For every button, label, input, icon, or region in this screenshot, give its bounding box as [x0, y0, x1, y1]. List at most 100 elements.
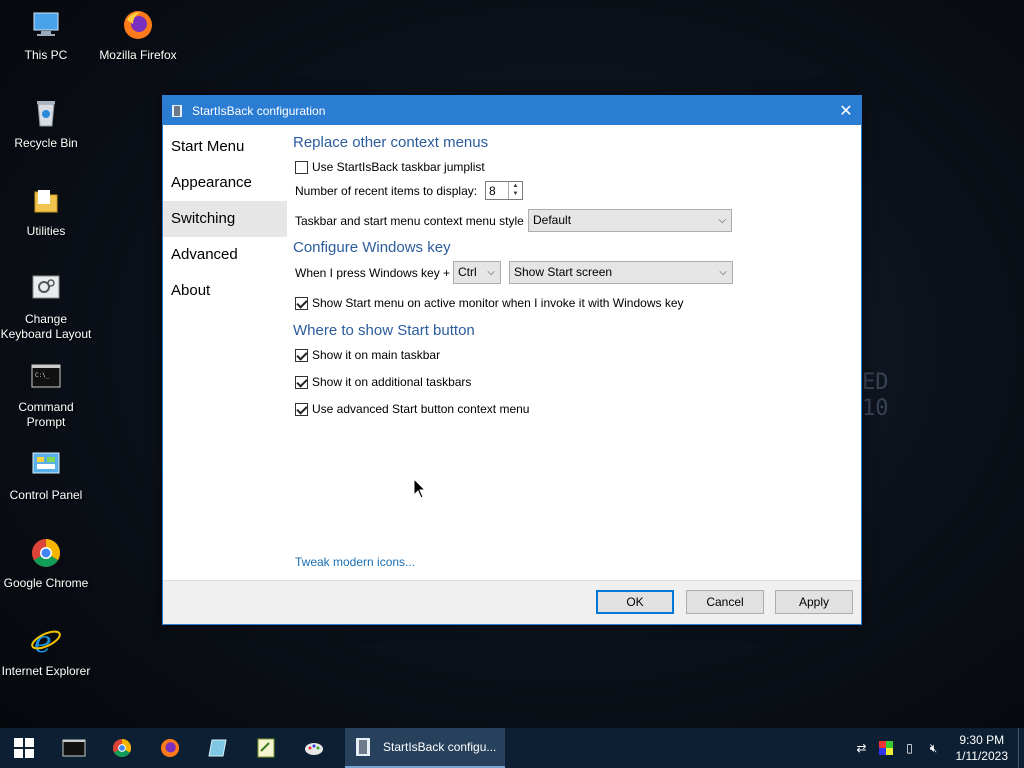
- desktop-icon-firefox[interactable]: Mozilla Firefox: [92, 8, 184, 63]
- section-title-context-menus: Replace other context menus: [293, 134, 489, 151]
- context-style-value: Default: [533, 213, 572, 227]
- nav-item-start-menu[interactable]: Start Menu: [163, 129, 287, 165]
- firefox-icon: [124, 11, 152, 39]
- section-title-windows-key: Configure Windows key: [293, 239, 451, 256]
- spin-down-icon[interactable]: ▼: [509, 190, 522, 198]
- folder-icon: [34, 190, 58, 213]
- taskbar-notepad[interactable]: [194, 728, 242, 768]
- dialog-title: StartIsBack configuration: [192, 103, 326, 118]
- advanced-context-menu-row[interactable]: Use advanced Start button context menu: [295, 402, 529, 416]
- taskbar-cmd[interactable]: [50, 728, 98, 768]
- keyboard-icon: [32, 275, 60, 299]
- close-icon: ✕: [839, 102, 853, 120]
- color-icon[interactable]: [874, 728, 898, 768]
- clock-date: 1/11/2023: [955, 749, 1009, 763]
- jumplist-label: Use StartIsBack taskbar jumplist: [312, 160, 485, 174]
- cancel-button[interactable]: Cancel: [686, 590, 764, 614]
- apply-button[interactable]: Apply: [775, 590, 853, 614]
- desktop-icon-internet-explorer[interactable]: e Internet Explorer: [0, 624, 92, 679]
- network-icon[interactable]: ⇄: [850, 728, 874, 768]
- wallpaper-text-2: 10: [862, 396, 889, 421]
- editor-icon: [257, 738, 275, 758]
- additional-taskbars-label: Show it on additional taskbars: [312, 375, 472, 389]
- recent-items-row: Number of recent items to display:: [295, 184, 477, 198]
- desktop-icon-this-pc[interactable]: This PC: [0, 8, 92, 63]
- show-desktop-button[interactable]: [1018, 728, 1024, 768]
- startisback-config-dialog: StartIsBack configuration ✕ Start Menu A…: [162, 95, 862, 625]
- taskbar-firefox[interactable]: [146, 728, 194, 768]
- main-taskbar-row[interactable]: Show it on main taskbar: [295, 348, 440, 362]
- windows-key-label: When I press Windows key +: [295, 266, 451, 280]
- usb-icon[interactable]: ▯: [898, 728, 922, 768]
- context-style-label: Taskbar and start menu context menu styl…: [295, 214, 524, 228]
- computer-icon: [33, 12, 59, 36]
- nav-item-about[interactable]: About: [163, 273, 287, 309]
- jumplist-row[interactable]: Use StartIsBack taskbar jumplist: [295, 160, 485, 174]
- main-taskbar-label: Show it on main taskbar: [312, 348, 441, 362]
- modifier-value: Ctrl: [458, 265, 477, 279]
- close-button[interactable]: ✕: [831, 96, 861, 125]
- dialog-titlebar[interactable]: StartIsBack configuration ✕: [163, 96, 861, 125]
- jumplist-checkbox[interactable]: [295, 160, 308, 174]
- spin-up-icon[interactable]: ▲: [509, 182, 522, 190]
- tweak-modern-icons-link[interactable]: Tweak modern icons...: [295, 555, 415, 569]
- recent-items-label: Number of recent items to display:: [295, 184, 478, 198]
- windows-key-row: When I press Windows key +: [295, 266, 450, 280]
- desktop-icon-control-panel[interactable]: Control Panel: [0, 448, 92, 503]
- chevron-down-icon: ⌵: [718, 215, 726, 226]
- advanced-context-menu-checkbox[interactable]: [295, 402, 308, 416]
- chrome-icon: [32, 539, 60, 567]
- desktop-icon-chrome[interactable]: Google Chrome: [0, 536, 92, 591]
- svg-text:C:\_: C:\_: [35, 372, 50, 379]
- clock-time: 9:30 PM: [959, 733, 1005, 747]
- modifier-select[interactable]: Ctrl ⌵: [453, 261, 501, 284]
- taskbar-chrome[interactable]: [98, 728, 146, 768]
- switching-panel: Replace other context menus Use StartIsB…: [293, 125, 861, 581]
- desktop-icon-keyboard-layout[interactable]: Change Keyboard Layout: [0, 272, 92, 342]
- speaker-muted-icon[interactable]: 🔇︎: [922, 728, 946, 768]
- taskbar-paint[interactable]: [290, 728, 338, 768]
- taskbar-active-window[interactable]: StartIsBack configu...: [345, 728, 505, 768]
- windows-key-action-select[interactable]: Show Start screen ⌵: [509, 261, 733, 284]
- windows-logo-icon: [14, 738, 34, 758]
- taskbar-editor[interactable]: [242, 728, 290, 768]
- windows-key-action-value: Show Start screen: [514, 265, 613, 279]
- control-panel-icon: [32, 452, 60, 474]
- recent-items-spinner[interactable]: 8 ▲ ▼: [485, 181, 523, 200]
- active-monitor-checkbox[interactable]: [295, 296, 308, 310]
- chrome-icon: [112, 738, 132, 758]
- start-button[interactable]: [0, 728, 48, 768]
- additional-taskbars-row[interactable]: Show it on additional taskbars: [295, 375, 471, 389]
- nav-item-advanced[interactable]: Advanced: [163, 237, 287, 273]
- nav-item-appearance[interactable]: Appearance: [163, 165, 287, 201]
- firefox-icon: [160, 738, 180, 758]
- desktop-icon-command-prompt[interactable]: C:\_ Command Prompt: [0, 360, 92, 430]
- mouse-cursor-icon: [413, 478, 427, 499]
- terminal-icon: C:\_: [31, 364, 61, 388]
- svg-text:e: e: [34, 625, 52, 658]
- chevron-down-icon: ⌵: [487, 267, 495, 278]
- ok-button[interactable]: OK: [596, 590, 674, 614]
- desktop-icon-recycle-bin[interactable]: Recycle Bin: [0, 96, 92, 151]
- startisback-app-icon: [356, 738, 370, 756]
- nav-item-switching[interactable]: Switching: [163, 201, 287, 237]
- context-style-select[interactable]: Default ⌵: [528, 209, 732, 232]
- clock[interactable]: 9:30 PM 1/11/2023: [946, 732, 1019, 764]
- recycle-bin-icon: [37, 101, 55, 127]
- settings-nav: Start Menu Appearance Switching Advanced…: [163, 125, 287, 581]
- active-monitor-row[interactable]: Show Start menu on active monitor when I…: [295, 296, 684, 310]
- active-monitor-label: Show Start menu on active monitor when I…: [312, 296, 684, 310]
- advanced-context-menu-label: Use advanced Start button context menu: [312, 402, 530, 416]
- context-style-row: Taskbar and start menu context menu styl…: [295, 214, 524, 228]
- taskbar: StartIsBack configu... ⇄ ▯ 🔇︎ 9:30 PM 1/…: [0, 728, 1024, 768]
- terminal-icon: [62, 739, 86, 757]
- startisback-app-icon: [172, 104, 182, 117]
- system-tray: ⇄ ▯ 🔇︎ 9:30 PM 1/11/2023: [850, 728, 1024, 768]
- additional-taskbars-checkbox[interactable]: [295, 375, 308, 389]
- dialog-footer: OK Cancel Apply: [163, 580, 861, 624]
- desktop-icon-utilities[interactable]: Utilities: [0, 184, 92, 239]
- taskbar-active-window-label: StartIsBack configu...: [383, 740, 497, 754]
- chevron-down-icon: ⌵: [719, 267, 727, 278]
- main-taskbar-checkbox[interactable]: [295, 348, 308, 362]
- section-title-start-button: Where to show Start button: [293, 322, 475, 339]
